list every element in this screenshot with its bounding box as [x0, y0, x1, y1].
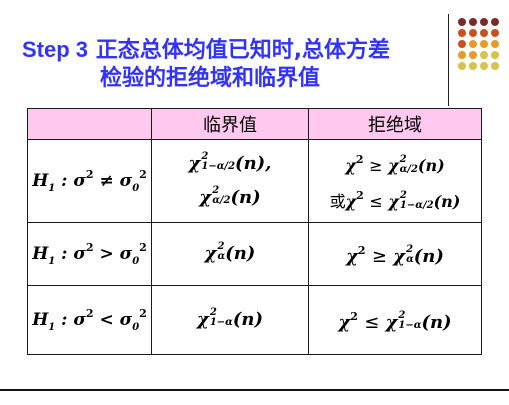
decorative-dot	[491, 29, 499, 37]
rejection-region-cell: χ2 ≤ χ 2 1−α (n)	[308, 285, 482, 355]
header-critical-value: 临界值	[151, 108, 309, 140]
step-label: Step 3	[22, 37, 89, 62]
critical-value-table: 临界值 拒绝域 H1 : σ2 ≠ σ02 χ 2 1−α/2 (n), χ 2 α/2(…	[27, 108, 482, 355]
decorative-dot	[469, 62, 477, 70]
table-header-row: 临界值 拒绝域	[27, 108, 482, 140]
decorative-dot	[491, 51, 499, 59]
hypothesis-cell: H1 : σ2 > σ02	[27, 222, 152, 286]
decorative-dot	[458, 29, 466, 37]
slide-title: Step 3 正态总体均值已知时,总体方差 检验的拒绝域和临界值	[22, 36, 390, 93]
decorative-dot	[458, 40, 466, 48]
critical-value-cell: χ 2 1−α/2 (n), χ 2 α/2 (n)	[151, 139, 309, 223]
header-empty	[27, 108, 152, 140]
rejection-region-cell: χ2 ≥ χ 2 α/2 (n) 或χ2 ≤ χ 2 1−α/2 (n)	[308, 139, 482, 223]
critical-value-cell: χ 2 1−α (n)	[151, 285, 309, 355]
hypothesis-cell: H1 : σ2 ≠ σ02	[27, 139, 152, 223]
decorative-dot	[480, 40, 488, 48]
hypothesis-cell: H1 : σ2 < σ02	[27, 285, 152, 355]
decorative-dot	[480, 62, 488, 70]
decorative-vertical-rule	[448, 14, 449, 106]
title-line-2: 检验的拒绝域和临界值	[100, 66, 321, 91]
decorative-dot	[469, 18, 477, 26]
header-rejection-region: 拒绝域	[308, 108, 482, 140]
table-row: H1 : σ2 < σ02 χ 2 1−α (n) χ2 ≤ χ 2 1−α (n)	[27, 285, 482, 355]
decorative-dot	[469, 29, 477, 37]
decorative-dot-grid	[458, 18, 504, 78]
decorative-dot	[480, 29, 488, 37]
decorative-dot	[480, 51, 488, 59]
table-row: H1 : σ2 ≠ σ02 χ 2 1−α/2 (n), χ 2 α/2 (n) χ2 ≥ …	[27, 139, 482, 223]
decorative-dot	[491, 62, 499, 70]
table-row: H1 : σ2 > σ02 χ 2 α (n) χ2 ≥ χ 2 α (n)	[27, 222, 482, 286]
decorative-dot	[491, 40, 499, 48]
bottom-rule	[0, 389, 509, 391]
title-line-1: 正态总体均值已知时,总体方差	[95, 38, 391, 63]
decorative-dot	[491, 18, 499, 26]
decorative-dot	[458, 18, 466, 26]
decorative-dot	[458, 62, 466, 70]
decorative-dot	[469, 40, 477, 48]
decorative-dot	[469, 51, 477, 59]
decorative-dot	[458, 51, 466, 59]
rejection-region-cell: χ2 ≥ χ 2 α (n)	[308, 222, 482, 286]
critical-value-cell: χ 2 α (n)	[151, 222, 309, 286]
decorative-dot	[480, 18, 488, 26]
